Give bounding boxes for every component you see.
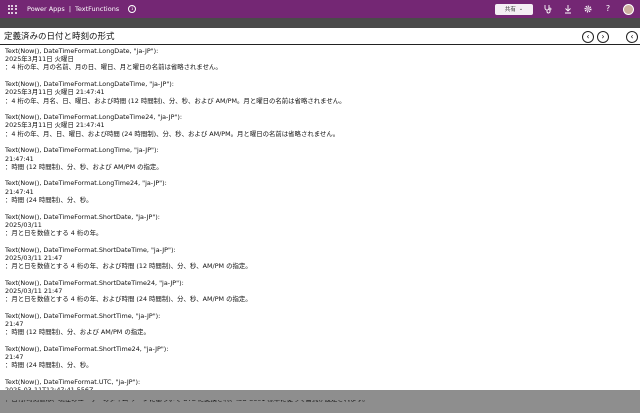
app-screen: 定義済みの日付と時刻の形式 ‹ › ‹ Text(Now(), DateTime… [0,28,640,403]
list-item: Text(Now(), DateTimeFormat.ShortDateTime… [5,246,635,271]
result-text: 2025/03/11 21:47 [5,253,63,262]
back-button[interactable]: ‹ [626,31,638,43]
gear-icon[interactable] [583,4,593,14]
description-text: ：時間 (24 時間制)、分、秒。 [5,195,93,204]
list-item: Text(Now(), DateTimeFormat.ShortTime24, … [5,345,635,370]
share-button[interactable]: 共有 ⌄ [495,3,533,15]
result-text: 2025/03/11 [5,220,42,229]
help-icon[interactable]: ? [603,4,613,14]
formula-text: Text(Now(), DateTimeFormat.LongTime24, "… [5,179,167,188]
list-item: Text(Now(), DateTimeFormat.ShortTime, "j… [5,312,635,337]
page-title: 定義済みの日付と時刻の形式 [4,32,115,42]
stethoscope-icon[interactable] [543,4,553,14]
description-text: ：月と日を数値とする 4 桁の年。 [5,228,103,237]
formula-text: Text(Now(), DateTimeFormat.ShortTime24, … [5,344,169,353]
app-brand: Power Apps | TextFunctions [27,5,119,13]
result-text: 21:47:41 [5,187,34,196]
share-label: 共有 [504,7,516,13]
chevron-right-icon: › [601,32,605,41]
result-text: 21:47 [5,353,24,362]
formula-text: Text(Now(), DateTimeFormat.UTC, "ja-JP")… [5,378,141,387]
formula-text: Text(Now(), DateTimeFormat.LongTime, "ja… [5,146,159,155]
screen-header: 定義済みの日付と時刻の形式 ‹ › ‹ [0,28,640,45]
info-icon[interactable]: i [128,5,137,13]
result-text: 2025年3月11日 火曜日 21:47:41 [5,121,105,130]
formula-text: Text(Now(), DateTimeFormat.ShortTime, "j… [5,311,161,320]
command-bar [0,18,640,28]
chevron-left-icon: ‹ [586,32,590,41]
download-icon[interactable] [563,4,573,14]
description-text: ：4 桁の年、月名、日、曜日、および時間 (12 時間制)、分、秒、および AM… [5,96,346,105]
previous-button[interactable]: ‹ [582,31,594,43]
list-item: Text(Now(), DateTimeFormat.ShortDateTime… [5,279,635,304]
top-bar-actions: 共有 ⌄ ? [495,2,634,16]
format-list: Text(Now(), DateTimeFormat.LongDate, "ja… [0,45,640,413]
formula-text: Text(Now(), DateTimeFormat.ShortDate, "j… [5,212,160,221]
app-name[interactable]: Power Apps [27,5,65,13]
list-item: Text(Now(), DateTimeFormat.LongDateTime2… [5,113,635,138]
description-text: ：時間 (12 時間制)、分、秒、および AM/PM の指定。 [5,162,163,171]
status-bar [0,390,640,400]
next-button[interactable]: › [597,31,609,43]
list-item: Text(Now(), DateTimeFormat.LongDate, "ja… [5,47,635,72]
result-text: 21:47:41 [5,154,34,163]
waffle-icon[interactable] [5,2,19,16]
description-text: ：時間 (24 時間制)、分、秒。 [5,361,93,370]
list-item: Text(Now(), DateTimeFormat.LongTime24, "… [5,179,635,204]
description-text: ：時間 (12 時間制)、分、および AM/PM の指定。 [5,328,150,337]
list-item: Text(Now(), DateTimeFormat.ShortDate, "j… [5,213,635,238]
description-text: ：月と日を数値とする 4 桁の年、および時間 (12 時間制)、分、秒、AM/P… [5,262,252,271]
chevron-down-icon: ⌄ [518,6,524,12]
description-text: ：4 桁の年、月の名前、月の日、曜日、月と曜日の名前は省略されません。 [5,63,222,72]
brand-separator: | [68,5,72,13]
description-text: ：月と日を数値とする 4 桁の年、および時間 (24 時間制)、分、秒、AM/P… [5,295,252,304]
result-text: 2025年3月11日 火曜日 21:47:41 [5,88,105,97]
formula-text: Text(Now(), DateTimeFormat.ShortDateTime… [5,245,176,254]
formula-text: Text(Now(), DateTimeFormat.ShortDateTime… [5,278,184,287]
app-title: TextFunctions [75,5,120,13]
avatar[interactable] [623,3,634,15]
back-arrow-icon: ‹ [630,32,634,41]
formula-text: Text(Now(), DateTimeFormat.LongDate, "ja… [5,47,159,55]
result-text: 2025/03/11 21:47 [5,286,63,295]
top-bar: Power Apps | TextFunctions i 共有 ⌄ ? [0,0,640,18]
list-item: Text(Now(), DateTimeFormat.LongDateTime,… [5,80,635,105]
list-item: Text(Now(), DateTimeFormat.LongTime, "ja… [5,146,635,171]
description-text: ：4 桁の年、月、日、曜日、および時間 (24 時間制)、分、秒、および AM/… [5,129,340,138]
